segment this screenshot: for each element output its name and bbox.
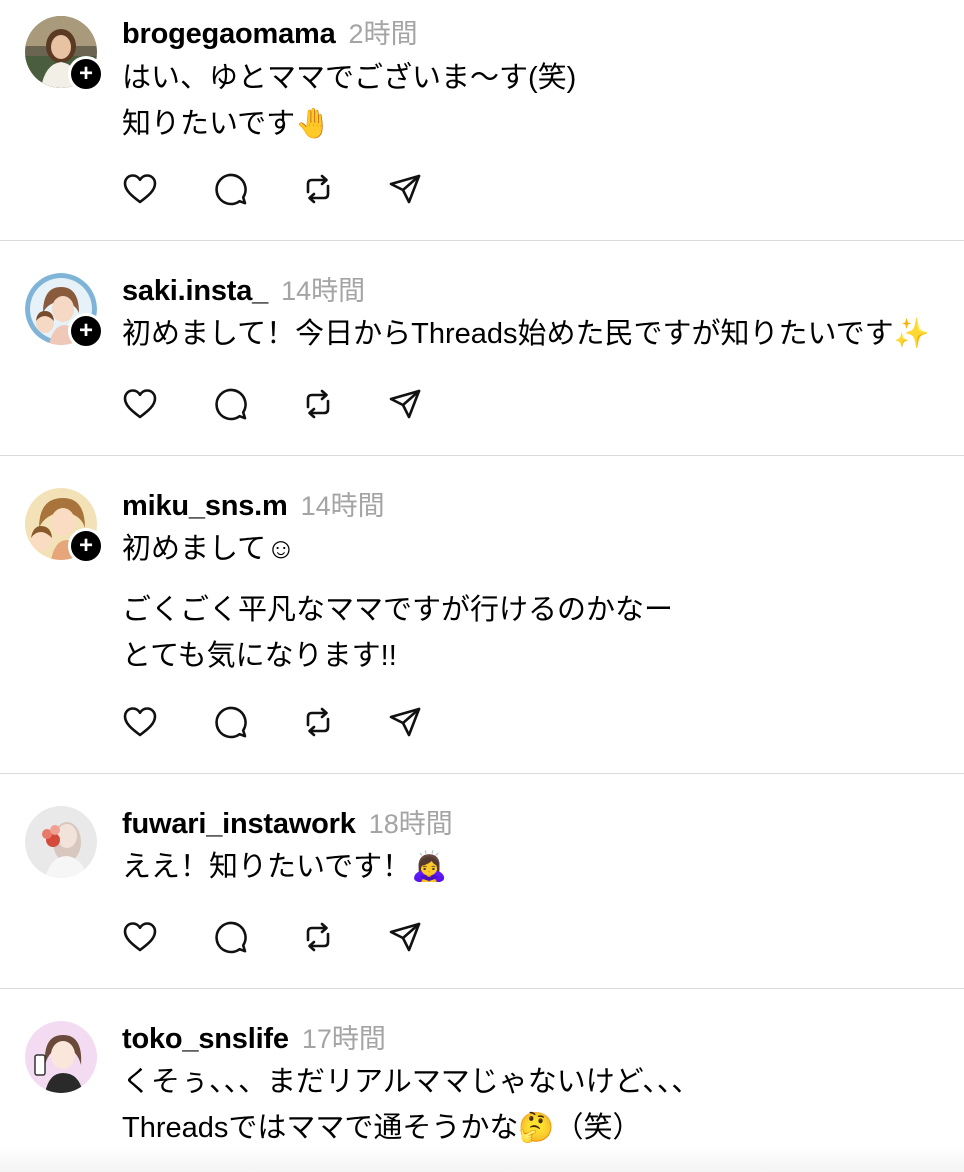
post-text: 初めまして！今日からThreads始めた民ですが知りたいです✨ (122, 311, 930, 357)
repost-icon (306, 922, 330, 952)
comment-icon (215, 921, 247, 954)
post-line: 初めまして！今日からThreads始めた民ですが知りたいです✨ (122, 318, 930, 350)
heart-icon (123, 389, 157, 419)
comment-button[interactable] (212, 704, 248, 740)
repost-icon (306, 174, 330, 204)
repost-button[interactable] (300, 171, 336, 207)
repost-button[interactable] (300, 704, 336, 740)
post-line: とても気になります!! (122, 640, 397, 672)
post-line: くそぅ、、、まだリアルママじゃないけど、、、 (122, 1066, 701, 1098)
repost-button[interactable] (300, 919, 336, 955)
comment-button[interactable] (212, 171, 248, 207)
reply-post: + brogegaomama 2時間 はい、ゆとママでございま〜す(笑) 知りた… (0, 0, 964, 240)
share-icon (389, 174, 421, 204)
heart-icon (123, 174, 157, 204)
post-text: ええ！知りたいです！🙇‍♀️ (122, 844, 447, 890)
share-button[interactable] (387, 704, 423, 740)
avatar[interactable] (25, 1021, 97, 1093)
share-button[interactable] (387, 919, 423, 955)
timestamp: 14時間 (300, 491, 385, 521)
heart-button[interactable] (122, 704, 158, 740)
avatar[interactable] (25, 806, 97, 878)
timestamp: 17時間 (301, 1024, 386, 1054)
heart-icon (123, 922, 157, 952)
post-line: 知りたいです🤚 (122, 108, 332, 140)
heart-button[interactable] (122, 171, 158, 207)
heart-button[interactable] (122, 919, 158, 955)
share-icon (389, 389, 421, 419)
post-text: 初めまして☺︎ ごくごく平凡なママですが行けるのかなー とても気になります!! (122, 526, 673, 679)
comment-icon (215, 388, 247, 421)
timestamp: 18時間 (368, 809, 453, 839)
heart-icon (123, 707, 157, 737)
username[interactable]: brogegaomama (122, 18, 336, 51)
share-button[interactable] (387, 171, 423, 207)
reply-post: + miku_sns.m 14時間 初めまして☺︎ ごくごく平凡なママですが行け… (0, 456, 964, 773)
comment-icon (215, 706, 247, 739)
username[interactable]: miku_sns.m (122, 490, 288, 523)
post-text: くそぅ、、、まだリアルママじゃないけど、、、 Threadsではママで通そうかな… (122, 1059, 700, 1151)
post-line: 初めまして☺︎ (122, 533, 296, 565)
timestamp: 14時間 (281, 276, 366, 306)
bottom-fade (0, 1146, 964, 1172)
post-text: はい、ゆとママでございま〜す(笑) 知りたいです🤚 (122, 55, 576, 147)
repost-icon (306, 389, 330, 419)
timestamp: 2時間 (348, 19, 418, 49)
post-line: Threadsではママで通そうかな🤔（笑） (122, 1112, 642, 1144)
heart-button[interactable] (122, 386, 158, 422)
post-line: ええ！知りたいです！🙇‍♀️ (122, 851, 448, 883)
username[interactable]: toko_snslife (122, 1023, 289, 1056)
repost-button[interactable] (300, 386, 336, 422)
follow-plus-icon[interactable]: + (68, 56, 104, 92)
comment-button[interactable] (212, 919, 248, 955)
post-line: ごくごく平凡なママですが行けるのかなー (122, 594, 674, 626)
share-icon (389, 922, 421, 952)
follow-plus-icon[interactable]: + (68, 313, 104, 349)
reply-post: + saki.insta_ 14時間 初めまして！今日からThreads始めた民… (0, 241, 964, 455)
reply-post: toko_snslife 17時間 くそぅ、、、まだリアルママじゃないけど、、、… (0, 989, 964, 1172)
post-line: はい、ゆとママでございま〜す(笑) (122, 62, 577, 94)
username[interactable]: fuwari_instawork (122, 808, 356, 841)
share-icon (389, 707, 421, 737)
username[interactable]: saki.insta_ (122, 275, 268, 308)
share-button[interactable] (387, 386, 423, 422)
comment-button[interactable] (212, 386, 248, 422)
repost-icon (306, 707, 330, 737)
comment-icon (215, 173, 247, 206)
reply-post: fuwari_instawork 18時間 ええ！知りたいです！🙇‍♀️ (0, 774, 964, 988)
follow-plus-icon[interactable]: + (68, 528, 104, 564)
